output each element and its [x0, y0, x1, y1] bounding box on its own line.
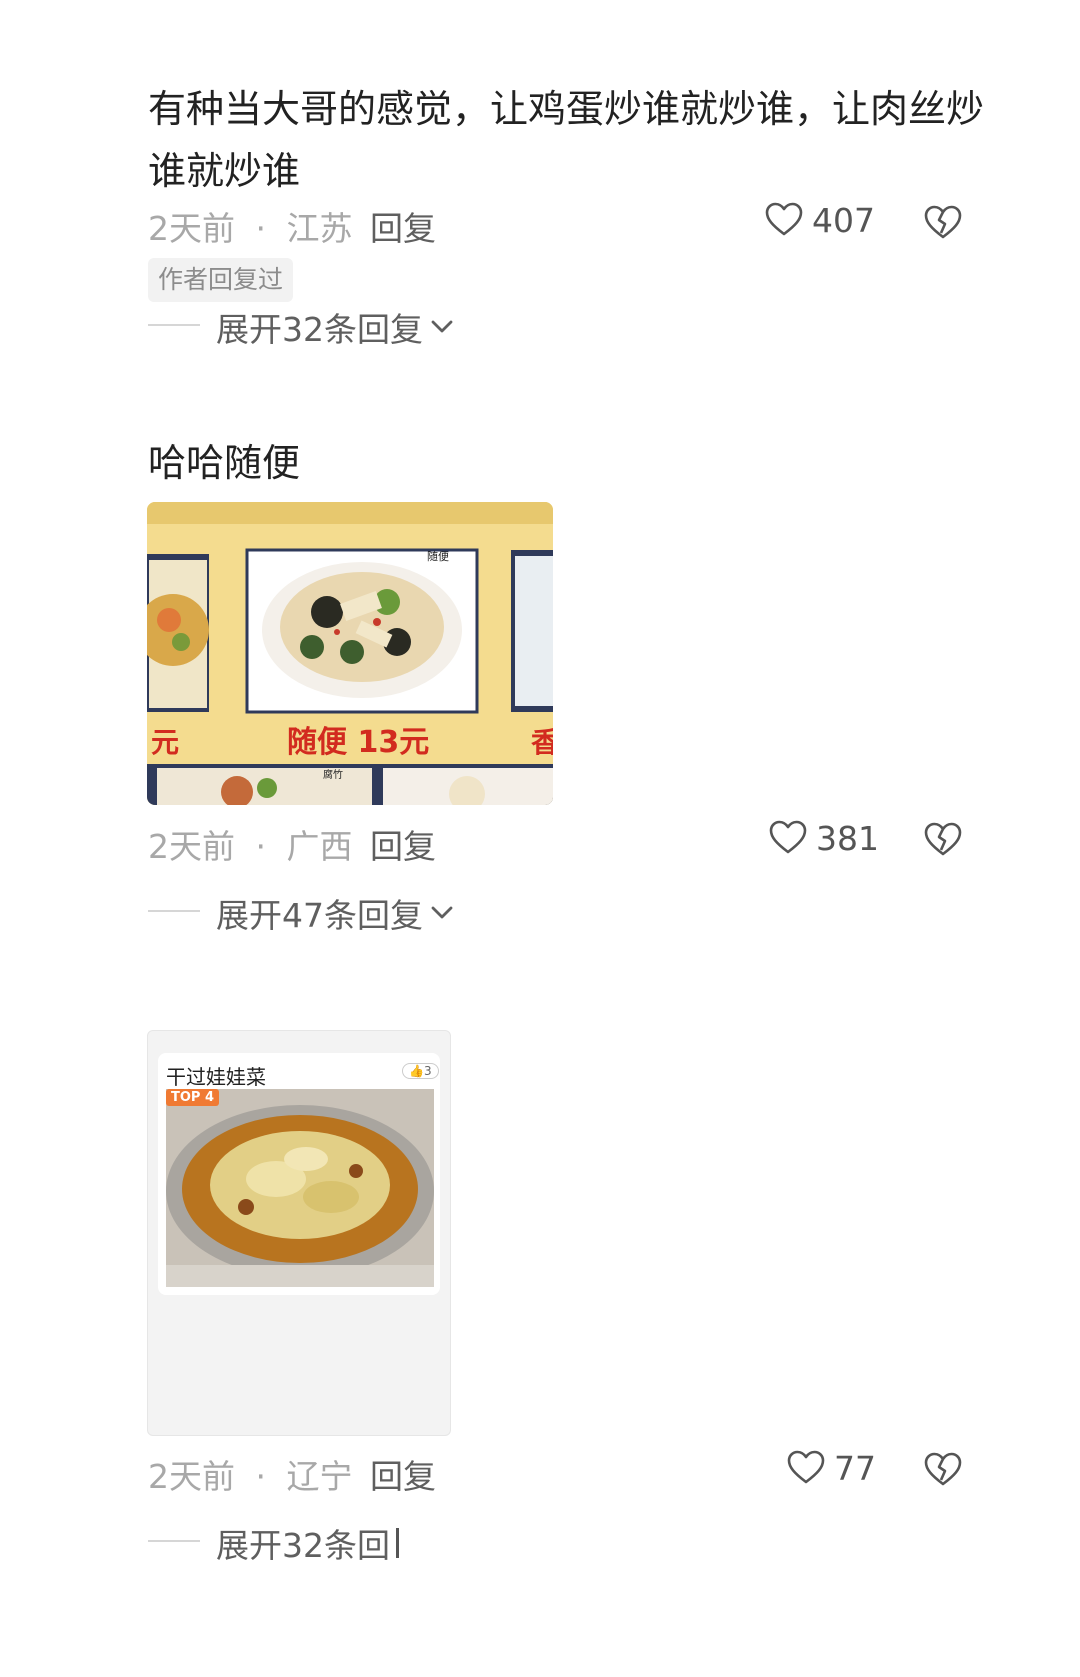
svg-text:香: 香: [531, 726, 553, 759]
broken-heart-icon: [924, 205, 962, 239]
expand-divider: [148, 324, 200, 326]
chevron-down-icon: [431, 320, 453, 333]
dish-card-like: 👍3: [402, 1063, 439, 1079]
comment-time: 2天前: [148, 827, 235, 866]
comment-2-text: 哈哈随便: [148, 441, 301, 485]
reply-button[interactable]: 回复: [370, 202, 436, 250]
cursor-bar: [396, 1528, 399, 1558]
broken-heart-icon: [924, 822, 962, 856]
comment-time: 2天前: [148, 209, 235, 248]
dislike-button[interactable]: [923, 203, 963, 247]
like-button[interactable]: 381: [768, 818, 879, 858]
dish-card-title: 干过娃娃菜: [166, 1065, 266, 1089]
comment-2-meta: 2天前 · 广西: [148, 820, 353, 868]
reply-button[interactable]: 回复: [370, 820, 436, 868]
heart-outline-icon: [769, 820, 807, 854]
svg-text:随便 13元: 随便 13元: [287, 725, 429, 760]
like-button[interactable]: 407: [764, 200, 875, 240]
expand-divider: [148, 910, 200, 912]
comment-time: 2天前: [148, 1457, 235, 1496]
expand-replies-label: 展开32条回: [216, 1526, 390, 1565]
like-count: 77: [834, 1448, 876, 1488]
expand-replies-button[interactable]: 展开47条回复: [216, 889, 455, 937]
heart-outline-icon: [765, 202, 803, 236]
heart-outline-icon: [787, 1450, 825, 1484]
meta-separator: ·: [255, 827, 267, 866]
reply-button[interactable]: 回复: [370, 1450, 436, 1498]
comment-location: 广西: [286, 827, 353, 866]
chevron-down-icon: [431, 906, 453, 919]
like-count: 381: [816, 818, 879, 858]
comment-1-line-2: 谁就炒谁: [148, 149, 301, 193]
comment-3-image[interactable]: 干过娃娃菜 👍3 TOP 4: [147, 1030, 451, 1436]
comment-1-line-1: 有种当大哥的感觉，让鸡蛋炒谁就炒谁，让肉丝炒: [148, 87, 985, 131]
thumb-up-icon: 👍: [409, 1064, 424, 1078]
dish-card-like-count: 3: [423, 1064, 432, 1078]
meta-separator: ·: [255, 209, 267, 248]
like-count: 407: [812, 200, 875, 240]
expand-replies-label: 展开32条回复: [216, 310, 423, 349]
comment-1-text: 有种当大哥的感觉，让鸡蛋炒谁就炒谁，让肉丝炒 谁就炒谁: [148, 78, 1008, 202]
top-rank-badge: TOP 4: [166, 1089, 220, 1106]
menu-photo: 元 随便 13元 香 随便 腐竹: [147, 502, 553, 805]
comment-3-meta: 2天前 · 辽宁: [148, 1450, 353, 1498]
comment-1-meta: 2天前 · 江苏: [148, 202, 353, 250]
svg-text:腐竹: 腐竹: [323, 768, 343, 781]
comment-location: 辽宁: [286, 1457, 353, 1496]
expand-replies-button[interactable]: 展开32条回: [216, 1519, 399, 1567]
like-button[interactable]: 77: [786, 1448, 876, 1488]
comment-location: 江苏: [286, 209, 353, 248]
dislike-button[interactable]: [923, 1450, 963, 1494]
author-replied-tag: 作者回复过: [148, 258, 294, 302]
dish-photo: [166, 1089, 434, 1287]
expand-divider: [148, 1540, 200, 1542]
dislike-button[interactable]: [923, 820, 963, 864]
svg-text:元: 元: [151, 726, 179, 759]
broken-heart-icon: [924, 1452, 962, 1486]
svg-text:随便: 随便: [427, 549, 449, 563]
expand-replies-button[interactable]: 展开32条回复: [216, 303, 455, 351]
dish-card: 干过娃娃菜 👍3 TOP 4: [158, 1053, 440, 1295]
meta-separator: ·: [255, 1457, 267, 1496]
expand-replies-label: 展开47条回复: [216, 896, 423, 935]
comment-2-image[interactable]: 元 随便 13元 香 随便 腐竹: [147, 502, 553, 805]
